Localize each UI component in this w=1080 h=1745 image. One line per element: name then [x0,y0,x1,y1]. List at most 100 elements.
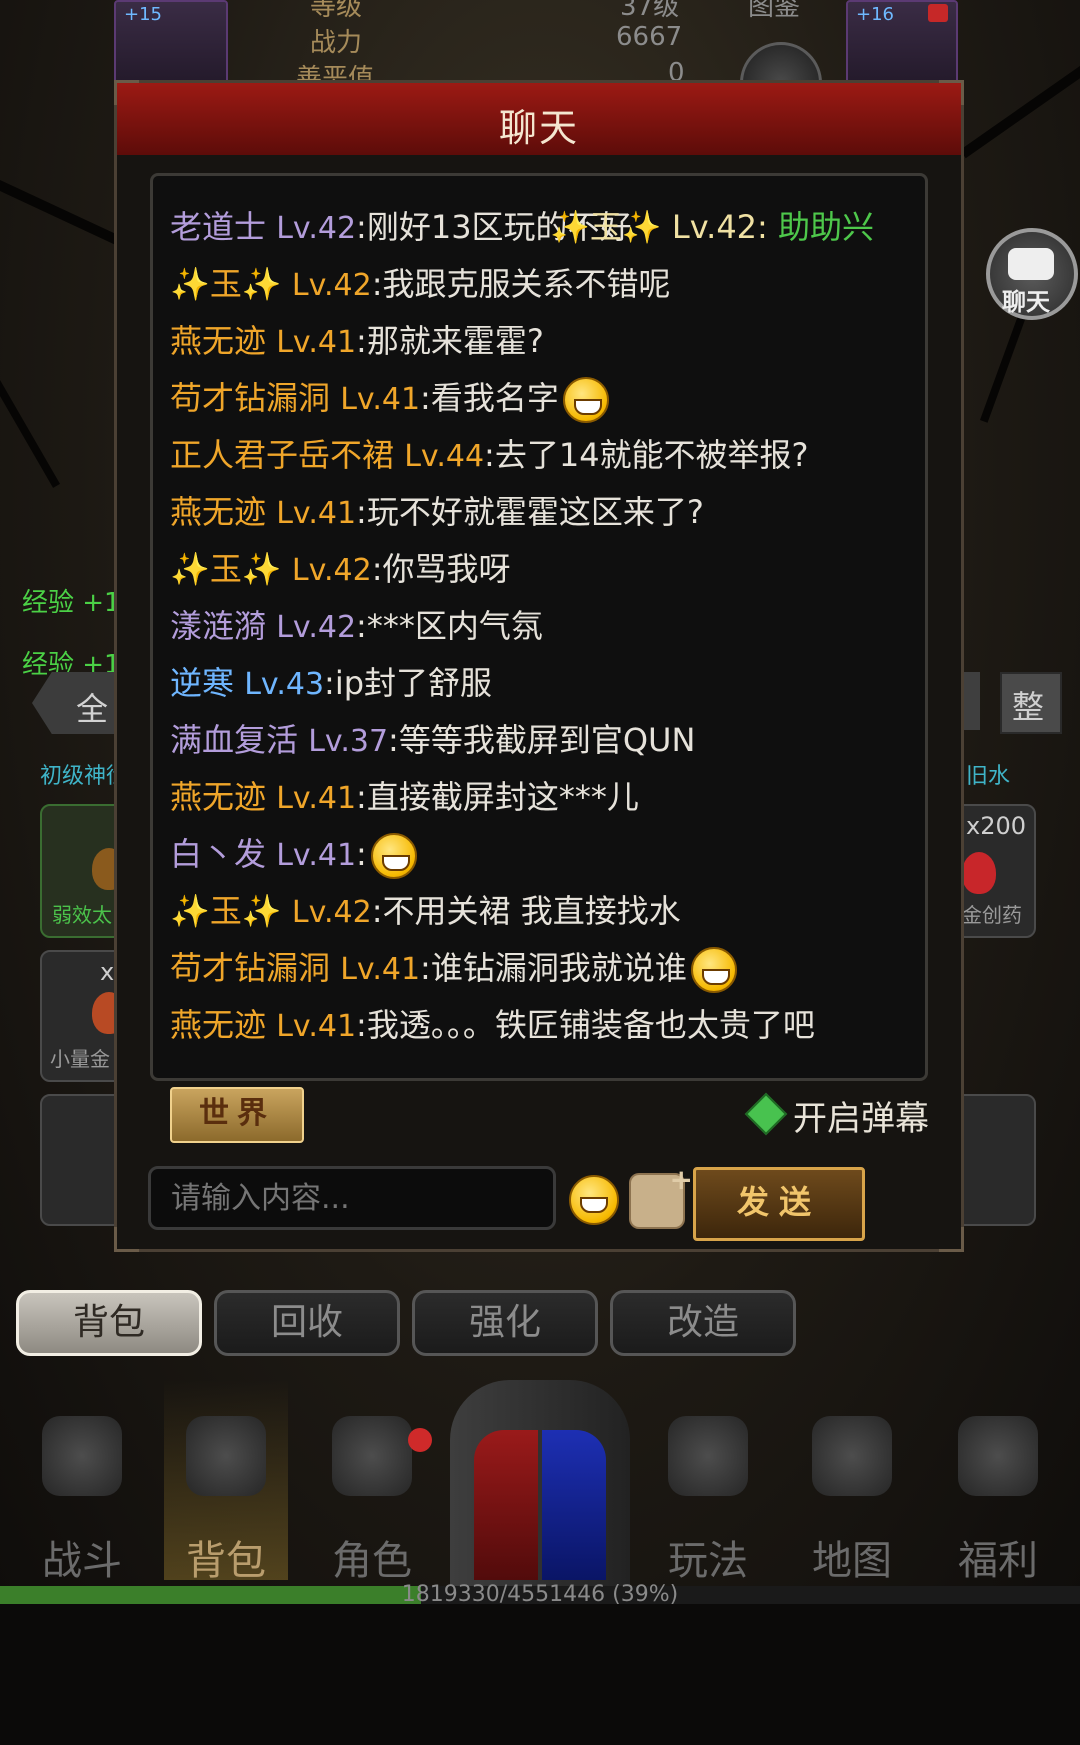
sender-name[interactable]: 正人君子岳不裙 [170,436,394,474]
sender-name[interactable]: 燕无迹 [170,322,266,360]
chat-message-list: 老道士 Lv.42:刚好13区玩的不好 ✨玉✨ Lv.42:我跟克服关系不错呢 燕无… [170,202,910,1057]
nav-fight-label: 战斗 [42,1538,122,1584]
inventory-sort-button[interactable]: 整 [1000,672,1062,734]
sender-level: Lv.41 [276,781,357,816]
notification-dot [408,1428,432,1452]
chat-title: 聊天 [498,106,579,150]
message-text: :直接截屏封这***儿 [356,778,639,816]
chat-message[interactable]: 燕无迹 Lv.41:那就来霍霍? [170,316,910,373]
message-text: :不用关裙 我直接找水 [371,892,681,930]
green-gem-icon [744,1092,788,1136]
chat-message[interactable]: 正人君子岳不裙 Lv.44:去了14就能不被举报? [170,430,910,487]
tab-enhance[interactable]: 强化 [412,1290,598,1356]
chat-message[interactable]: 燕无迹 Lv.41:我透。。。铁匠铺装备也太贵了吧 [170,1000,910,1057]
sender-name[interactable]: 老道士 [170,208,266,246]
nav-bag-label: 背包 [186,1538,266,1584]
sender-level: Lv.41 [276,325,357,360]
nav-role[interactable]: 角色 [310,1380,434,1584]
portal-gate-button[interactable] [450,1380,630,1590]
background-crack [0,380,60,488]
nav-role-label: 角色 [332,1538,412,1584]
stat-power-label: 战力 [310,28,363,58]
chat-message[interactable]: ✨玉✨ Lv.42:你骂我呀 [170,544,910,601]
crossed-swords-icon [42,1416,122,1496]
send-button[interactable]: 发送 [693,1167,865,1241]
message-text: :那就来霍霍? [356,322,544,360]
sender-level: Lv.42 [291,268,372,303]
message-text: :玩不好就霍霍这区来了? [356,493,704,531]
codex-label[interactable]: 图鉴 [748,0,800,23]
message-text: :你骂我呀 [371,550,511,588]
grin-emoji-icon [690,947,737,993]
chat-message[interactable]: 逆寒 Lv.43:ip封了舒服 [170,658,910,715]
sender-level: Lv.42 [291,553,372,588]
sender-name[interactable]: 燕无迹 [170,778,266,816]
chat-bubble-icon [1008,248,1054,280]
nav-fight[interactable]: 战斗 [20,1380,144,1584]
filter-all-label: 全 [76,690,109,728]
sender-level: Lv.41 [276,496,357,531]
chat-message[interactable]: ✨玉✨ Lv.42:我跟克服关系不错呢 [170,259,910,316]
chat-shortcut-button[interactable]: 聊天 [986,228,1078,320]
nav-welfare[interactable]: 福利 [936,1380,1060,1584]
stat-power-value: 6667 [616,22,683,52]
chat-message[interactable]: 燕无迹 Lv.41:直接截屏封这***儿 [170,772,910,829]
sender-name[interactable]: 苟才钻漏洞 [170,379,330,417]
chat-message[interactable]: 燕无迹 Lv.41:玩不好就霍霍这区来了? [170,487,910,544]
chat-message[interactable]: 漾涟漪 Lv.42:***区内气氛 [170,601,910,658]
sender-name[interactable]: ✨玉✨ [170,550,282,588]
sender-name[interactable]: ✨玉✨ [170,265,282,303]
stat-level-label: 等级 [310,0,363,22]
grin-emoji-icon [569,1175,619,1225]
sender-name[interactable]: 燕无迹 [170,493,266,531]
danmaku-toggle-label: 开启弹幕 [793,1099,929,1139]
chat-dialog: 聊天 老道士 Lv.42:刚好13区玩的不好 ✨玉✨ Lv.42:我跟克服关系不错… [114,80,964,1252]
sort-label: 整 [1012,688,1045,726]
portal-blue-door [542,1430,606,1580]
item-name: 小量金 [50,1047,110,1071]
world-channel-tab[interactable]: 世界 [170,1087,304,1143]
sender-name[interactable]: 白丶发 [170,835,266,873]
message-text: :去了14就能不被举报? [484,436,809,474]
inventory-category-label: 旧水 [966,764,1011,789]
sender-name[interactable]: ✨玉✨ [170,892,282,930]
nav-bag[interactable]: 背包 [164,1380,288,1584]
nav-map[interactable]: 地图 [790,1380,914,1584]
emoji-button[interactable] [569,1175,619,1225]
nav-map-label: 地图 [812,1538,892,1584]
danmaku-text: 助助兴 [778,208,875,246]
message-text: :***区内气氛 [356,607,543,645]
grin-emoji-icon [562,377,609,423]
chat-message-input[interactable] [148,1166,556,1230]
tab-recycle[interactable]: 回收 [214,1290,400,1356]
share-item-button[interactable]: + [629,1163,693,1229]
sender-level: Lv.41 [340,952,421,987]
tab-reforge[interactable]: 改造 [610,1290,796,1356]
sender-name[interactable]: 满血复活 [170,721,298,759]
tab-bag[interactable]: 背包 [16,1290,202,1356]
danmaku-sender: ✨玉✨ Lv.42: [550,208,768,246]
equipment-slot-left[interactable]: +15 [114,0,228,84]
sender-name[interactable]: 漾涟漪 [170,607,266,645]
chat-message[interactable]: 苟才钻漏洞 Lv.41:看我名字 [170,373,910,430]
sword-slash-icon [668,1416,748,1496]
helmet-icon [332,1416,412,1496]
sender-name[interactable]: 逆寒 [170,664,234,702]
chat-message[interactable]: 满血复活 Lv.37:等等我截屏到官QUN [170,715,910,772]
chat-message[interactable]: 白丶发 Lv.41: [170,829,910,886]
character-stats-panel: +15 等级 37级 战力 6667 善恶值 0 图鉴 +16 [0,0,1080,124]
sender-name[interactable]: 燕无迹 [170,1006,266,1044]
sender-level: Lv.44 [404,439,485,474]
chat-message[interactable]: ✨玉✨ Lv.42:不用关裙 我直接找水 [170,886,910,943]
danmaku-overlay: ✨玉✨ Lv.42: 助助兴 [550,202,874,248]
map-icon [812,1416,892,1496]
frame-corner [939,1227,964,1252]
sender-level: Lv.41 [276,1009,357,1044]
chat-message[interactable]: 苟才钻漏洞 Lv.41:谁钻漏洞我就说谁 [170,943,910,1000]
nav-play[interactable]: 玩法 [646,1380,770,1584]
message-text: :我跟克服关系不错呢 [371,265,671,303]
item-quantity: x [100,958,115,986]
message-text: : [356,835,367,873]
chat-message-area[interactable]: 老道士 Lv.42:刚好13区玩的不好 ✨玉✨ Lv.42:我跟克服关系不错呢 燕无… [150,173,928,1081]
sender-name[interactable]: 苟才钻漏洞 [170,949,330,987]
